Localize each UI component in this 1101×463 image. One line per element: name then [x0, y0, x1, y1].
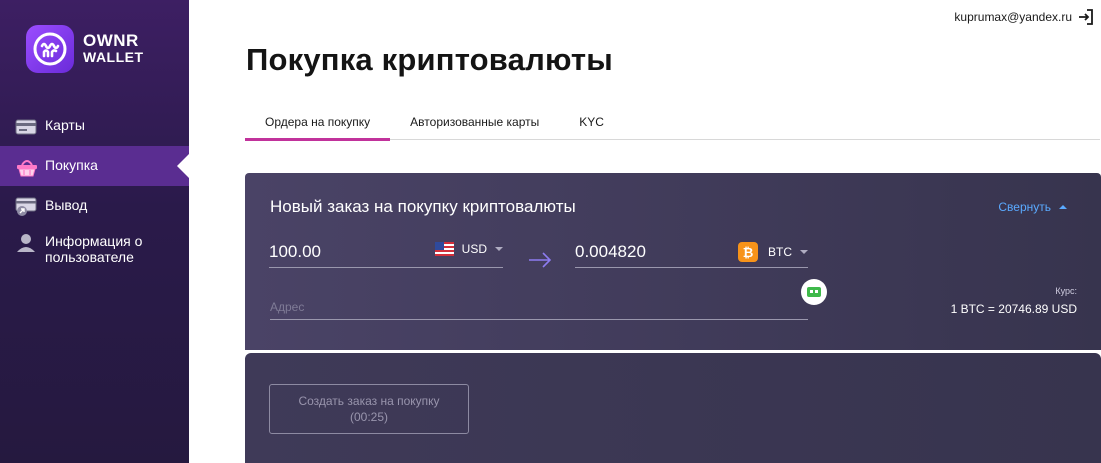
collapse-button[interactable]: Свернуть — [998, 200, 1067, 214]
chevron-up-icon — [1059, 205, 1067, 209]
bitcoin-icon: ₿ — [738, 242, 758, 262]
address-placeholder: Адрес — [270, 300, 305, 314]
to-currency-select[interactable]: ₿ BTC — [738, 242, 808, 262]
sidebar-item-label: Покупка — [45, 157, 98, 173]
from-currency-label: USD — [461, 242, 487, 256]
new-order-card: Новый заказ на покупку криптовалюты Свер… — [245, 173, 1101, 350]
sidebar-item-purchase[interactable]: Покупка — [0, 146, 189, 186]
rate-value: 1 BTC = 20746.89 USD — [950, 302, 1077, 316]
logo-text: OWNR WALLET — [83, 31, 144, 65]
sidebar-item-label: Вывод — [45, 197, 88, 213]
arrow-right-icon — [529, 252, 552, 268]
address-input[interactable]: Адрес — [270, 298, 808, 320]
page-title: Покупка криптовалюты — [246, 42, 613, 77]
withdraw-icon — [15, 197, 37, 216]
rate-label: Курс: — [1055, 286, 1077, 296]
card-divider — [245, 350, 1101, 352]
sidebar-item-user-info[interactable]: Информация о пользователе — [0, 226, 189, 278]
chevron-down-icon — [800, 250, 808, 254]
order-card-title: Новый заказ на покупку криптовалюты — [270, 197, 576, 216]
order-actions-panel: Создать заказ на покупку (00:25) — [245, 353, 1101, 463]
app-logo[interactable]: OWNR WALLET — [26, 25, 144, 73]
scanner-icon — [807, 287, 821, 297]
ownr-logo-icon — [26, 25, 74, 73]
user-icon — [17, 234, 35, 252]
basket-icon — [17, 160, 37, 177]
tab-bar: Ордера на покупку Авторизованные карты K… — [245, 104, 1100, 141]
logo-line-2: WALLET — [83, 49, 144, 65]
tab-purchase-orders[interactable]: Ордера на покупку — [245, 104, 391, 141]
sidebar-item-label: Карты — [45, 117, 85, 133]
sidebar: OWNR WALLET Карты Покупка Вывод Информац… — [0, 0, 189, 463]
sidebar-item-label: Информация о пользователе — [45, 233, 143, 265]
sidebar-nav: Карты Покупка Вывод Информация о пользов… — [0, 106, 189, 278]
tab-authorized-cards[interactable]: Авторизованные карты — [390, 104, 559, 140]
from-amount-value: 100.00 — [269, 242, 321, 261]
to-amount-value: 0.004820 — [575, 242, 646, 261]
chevron-down-icon — [495, 247, 503, 251]
logout-icon[interactable] — [1077, 8, 1095, 26]
create-order-timer: (00:25) — [349, 410, 389, 424]
sidebar-item-cards[interactable]: Карты — [0, 106, 189, 146]
from-currency-select[interactable]: USD — [434, 242, 503, 256]
us-flag-icon — [434, 242, 454, 256]
sidebar-item-withdraw[interactable]: Вывод — [0, 186, 189, 226]
tab-kyc[interactable]: KYC — [559, 104, 624, 140]
create-order-button[interactable]: Создать заказ на покупку (00:25) — [269, 384, 469, 434]
collapse-label: Свернуть — [998, 200, 1051, 214]
create-order-label: Создать заказ на покупку — [298, 394, 440, 408]
to-currency-label: BTC — [768, 245, 792, 259]
user-email: kuprumax@yandex.ru — [954, 10, 1072, 24]
from-amount-field[interactable]: 100.00 USD — [269, 242, 503, 268]
card-icon — [15, 119, 37, 135]
to-amount-field[interactable]: 0.004820 ₿ BTC — [575, 242, 808, 268]
logo-line-1: OWNR — [83, 31, 139, 50]
